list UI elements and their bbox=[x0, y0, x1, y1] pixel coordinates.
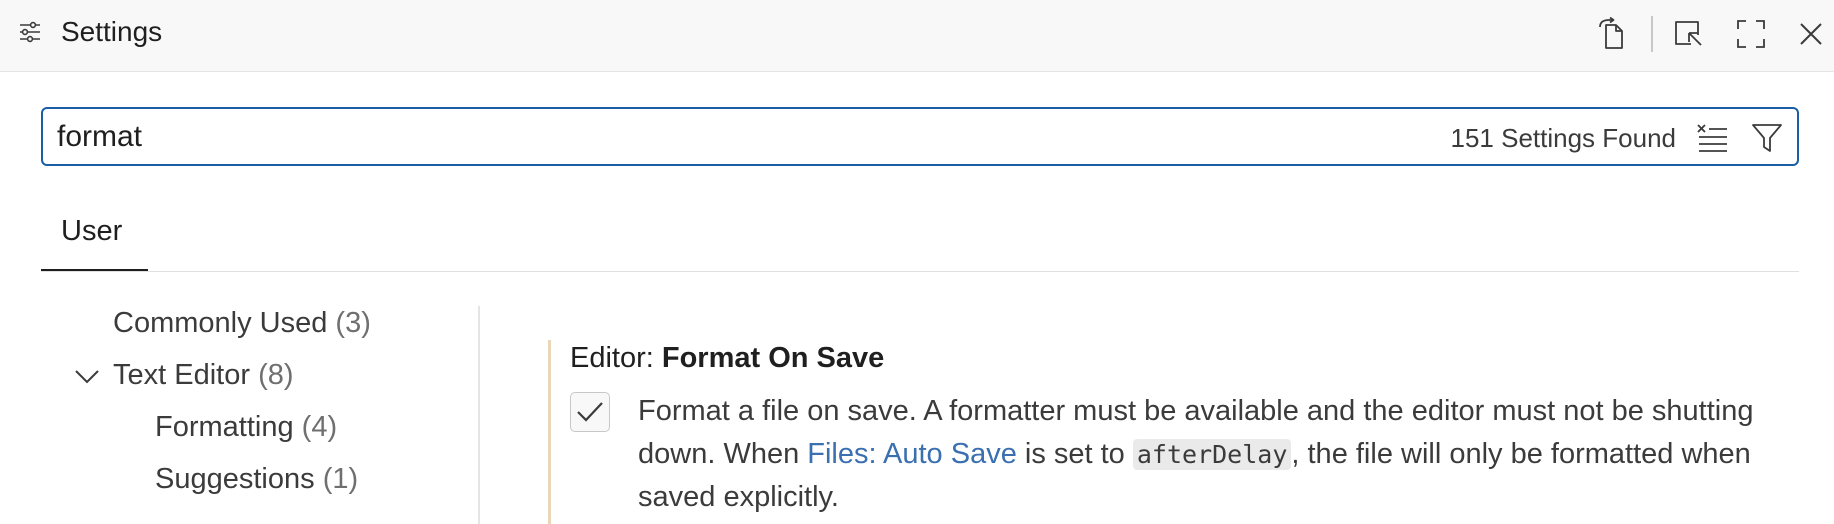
settings-titlebar: Settings bbox=[0, 0, 1834, 72]
settings-sliders-icon bbox=[18, 20, 42, 44]
toc-item-commonly-used[interactable]: Commonly Used (3) bbox=[113, 305, 371, 341]
files-auto-save-link[interactable]: Files: Auto Save bbox=[807, 438, 1017, 470]
settings-scope-tabs: User bbox=[41, 200, 1799, 272]
toc-divider bbox=[478, 306, 480, 524]
close-button[interactable] bbox=[1791, 14, 1831, 54]
setting-name: Format On Save bbox=[661, 342, 885, 374]
filter-settings-button[interactable] bbox=[1747, 118, 1787, 158]
tab-user-label: User bbox=[61, 215, 123, 247]
toc-item-label: Formatting bbox=[155, 411, 294, 443]
toc-item-count: (8) bbox=[258, 359, 294, 391]
clear-search-button[interactable] bbox=[1692, 118, 1732, 158]
filter-icon bbox=[1751, 122, 1783, 154]
setting-title: Editor: Format On Save bbox=[570, 340, 884, 376]
toc-item-formatting[interactable]: Formatting (4) bbox=[155, 409, 337, 445]
format-on-save-checkbox[interactable] bbox=[570, 392, 610, 432]
settings-search-box: 151 Settings Found bbox=[41, 107, 1799, 166]
code-value: afterDelay bbox=[1132, 439, 1292, 470]
select-element-button[interactable] bbox=[1668, 14, 1708, 54]
select-element-icon bbox=[1671, 17, 1705, 51]
page-title: Settings bbox=[61, 16, 163, 47]
toc-item-label: Commonly Used bbox=[113, 307, 328, 339]
setting-description: Format a file on save. A formatter must … bbox=[638, 390, 1758, 519]
toc-item-count: (4) bbox=[301, 411, 338, 443]
maximize-button[interactable] bbox=[1731, 14, 1771, 54]
search-input[interactable] bbox=[57, 117, 1417, 157]
check-icon bbox=[575, 399, 605, 425]
chevron-down-icon[interactable] bbox=[74, 367, 100, 387]
open-settings-json-button[interactable] bbox=[1593, 14, 1633, 54]
results-count: 151 Settings Found bbox=[1450, 123, 1677, 153]
tab-user[interactable]: User bbox=[41, 200, 148, 271]
description-text: is set to bbox=[1016, 438, 1133, 470]
toc-item-suggestions[interactable]: Suggestions (1) bbox=[155, 461, 358, 497]
setting-category: Editor: bbox=[570, 342, 662, 374]
toc-item-count: (3) bbox=[335, 307, 371, 339]
titlebar-separator bbox=[1651, 16, 1653, 52]
setting-format-on-save: Editor: Format On Save Format a file on … bbox=[548, 340, 1798, 524]
toc-item-label: Suggestions bbox=[155, 463, 315, 495]
clear-filter-icon bbox=[1695, 123, 1729, 153]
open-settings-json-icon bbox=[1597, 17, 1629, 51]
maximize-icon bbox=[1736, 19, 1766, 49]
toc-item-label: Text Editor bbox=[113, 359, 250, 391]
close-icon bbox=[1798, 21, 1824, 47]
toc-item-text-editor[interactable]: Text Editor (8) bbox=[113, 357, 294, 393]
toc-item-count: (1) bbox=[322, 463, 359, 495]
